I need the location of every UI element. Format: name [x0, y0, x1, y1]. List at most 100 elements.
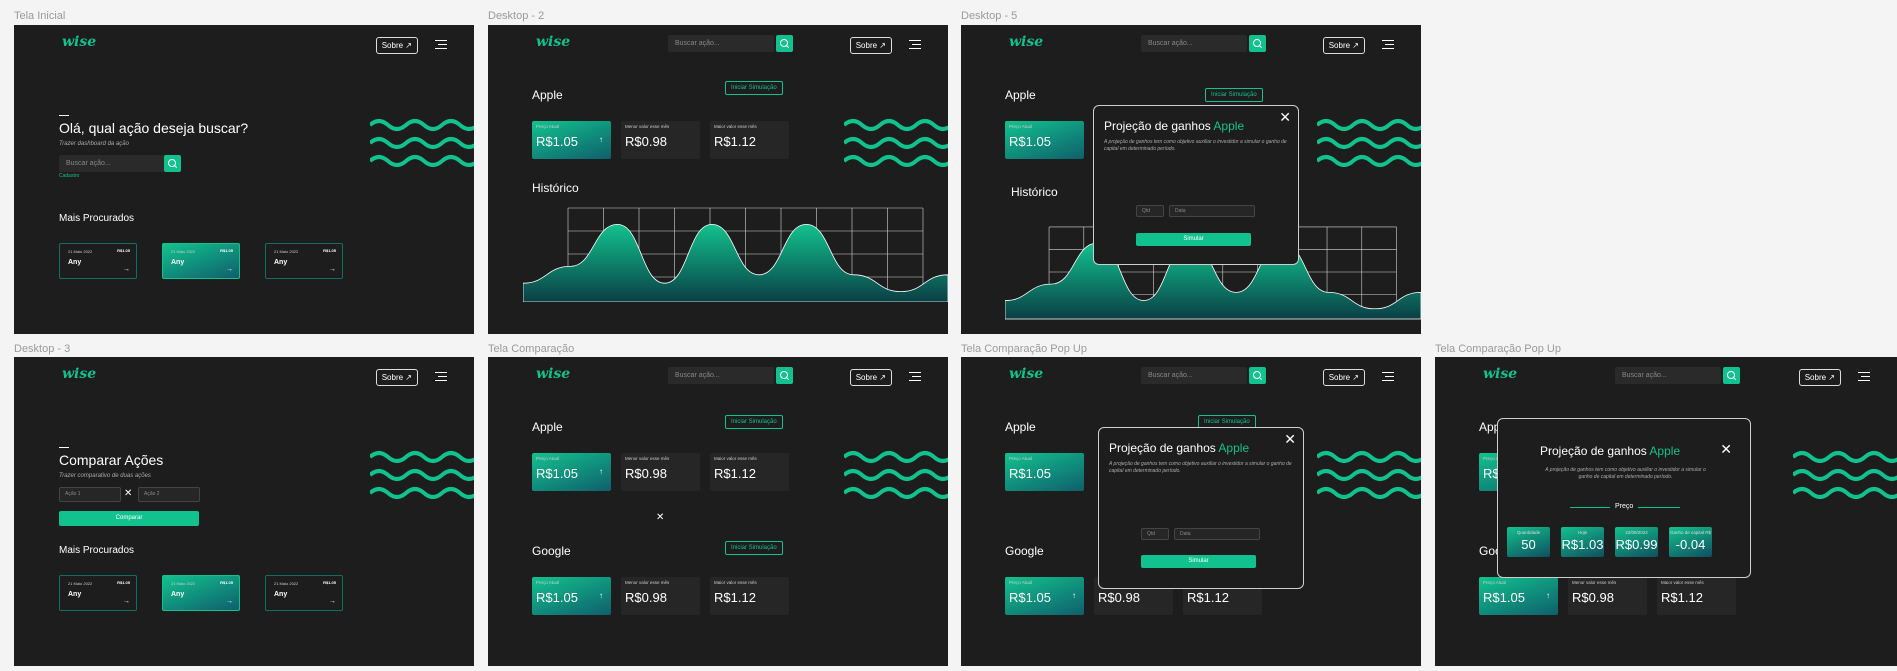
sobre-button[interactable]: Sobre ↗ — [849, 369, 892, 386]
search-icon[interactable] — [776, 35, 793, 52]
iniciar-simulacao-button[interactable]: Iniciar Simulação — [725, 541, 783, 555]
section-title: Mais Procurados — [59, 213, 135, 224]
box-value: R$0.98 — [1572, 590, 1614, 605]
close-icon[interactable]: ✕ — [1284, 431, 1296, 448]
arrow-up-icon: ↑ — [1072, 591, 1076, 600]
menu-icon[interactable] — [1858, 372, 1870, 384]
sobre-button[interactable]: Sobre ↗ — [375, 37, 418, 54]
result-title: Quantidade — [1516, 530, 1541, 535]
stock-name: Apple — [532, 420, 563, 434]
box-value: R$1.12 — [1661, 590, 1703, 605]
sobre-button[interactable]: Sobre ↗ — [1322, 369, 1365, 386]
box-title: Preço Atual — [1009, 124, 1033, 129]
box-title: Preço Atual — [1009, 456, 1033, 461]
comparar-button[interactable]: Comparar — [59, 511, 199, 526]
preco-label: Preço — [1610, 503, 1639, 510]
search-input[interactable]: Buscar ação... — [1141, 367, 1247, 384]
stock-card[interactable]: 21 Maio 2022 R$1.05 Any → — [265, 243, 343, 279]
cadastro-link[interactable]: Cadastro — [59, 173, 79, 179]
accent-line — [59, 115, 69, 116]
result-box: 22/08/2022 R$0.99 — [1615, 527, 1658, 557]
search-icon[interactable] — [776, 367, 793, 384]
arrow-right-icon: → — [123, 598, 130, 605]
simular-button[interactable]: Simular — [1136, 233, 1251, 246]
card-date: 21 Maio 2022 — [68, 581, 93, 586]
iniciar-simulacao-button[interactable]: Iniciar Simulação — [725, 415, 783, 429]
search-input[interactable]: Buscar ação... — [59, 155, 165, 172]
qtd-field[interactable]: Qtd — [1141, 528, 1169, 540]
iniciar-simulacao-button[interactable]: Iniciar Simulação — [725, 81, 783, 95]
stock-card[interactable]: 21 Maio 2022 R$1.05 Any → — [59, 575, 137, 611]
menu-icon[interactable] — [435, 372, 447, 384]
result-value: R$1.03 — [1561, 537, 1604, 552]
card-name: Any — [274, 591, 288, 598]
iniciar-simulacao-button[interactable]: Iniciar Simulação — [1205, 88, 1263, 102]
result-title: Hoje — [1577, 530, 1588, 535]
preco-atual-box: Preço Atual R$1.05 ↑ — [532, 577, 611, 615]
menu-icon[interactable] — [1382, 372, 1394, 384]
result-box: Quantidade 50 — [1507, 527, 1550, 557]
logo[interactable]: wise — [1009, 34, 1043, 50]
stock-card[interactable]: 21 Maio 2022 R$1.05 Any → — [265, 575, 343, 611]
result-title: 22/08/2022 — [1625, 530, 1648, 535]
stock-name: Google — [1005, 544, 1044, 558]
sobre-button[interactable]: Sobre ↗ — [849, 37, 892, 54]
box-value: R$1.05 — [536, 466, 578, 481]
card-price: R$1.05 — [117, 580, 130, 585]
close-icon[interactable]: ✕ — [1720, 441, 1732, 458]
projecao-modal: Projeção de ganhos Apple A projeção de g… — [1497, 418, 1751, 578]
menu-icon[interactable] — [435, 40, 447, 52]
search-input[interactable]: Buscar ação... — [668, 35, 774, 52]
box-value: R$1.12 — [1187, 590, 1229, 605]
menu-icon[interactable] — [1382, 40, 1394, 52]
logo[interactable]: wise — [536, 34, 570, 50]
search-icon[interactable] — [1249, 35, 1266, 52]
waves-svg — [1791, 451, 1897, 499]
data-field[interactable]: Data — [1174, 528, 1260, 540]
waves-decoration — [368, 449, 474, 499]
menu-icon[interactable] — [909, 40, 921, 52]
stock-card[interactable]: 21 Maio 2022 R$1.05 Any → — [162, 575, 240, 611]
stock-card[interactable]: 21 Maio 2022 R$1.05 Any → — [162, 243, 240, 279]
logo[interactable]: wise — [62, 34, 96, 50]
chart-area-series — [523, 223, 948, 302]
logo[interactable]: wise — [536, 366, 570, 382]
waves-svg — [368, 119, 474, 167]
search-input[interactable]: Buscar ação... — [668, 367, 774, 384]
result-value: -0.04 — [1675, 537, 1706, 552]
search-input[interactable]: Buscar ação... — [1615, 367, 1721, 384]
sobre-button[interactable]: Sobre ↗ — [375, 369, 418, 386]
menor-valor-box: Menor valor esse mês R$0.98 — [621, 453, 700, 491]
accent-line — [59, 447, 69, 448]
preco-atual-box: Preço Atual R$1.05 ↑ — [532, 121, 611, 159]
search-icon[interactable] — [164, 155, 181, 172]
projecao-modal: Projeção de ganhos Apple A projeção de g… — [1098, 427, 1304, 589]
box-value: R$1.12 — [714, 134, 756, 149]
box-title: Maior valor esse mês — [1661, 580, 1704, 585]
acao-2-field[interactable]: Ação 2 — [138, 487, 200, 502]
stock-card[interactable]: 21 Maio 2022 R$1.05 Any → — [59, 243, 137, 279]
data-field[interactable]: Data — [1169, 205, 1255, 217]
maior-valor-box: Maior valor esse mês R$1.12 — [710, 453, 789, 491]
box-title: Preço Atual — [536, 456, 560, 461]
modal-title: Projeção de ganhos Apple — [1540, 444, 1680, 458]
logo[interactable]: wise — [1483, 366, 1517, 382]
search-icon[interactable] — [1723, 367, 1740, 384]
search-input[interactable]: Buscar ação... — [1141, 35, 1247, 52]
menu-icon[interactable] — [909, 372, 921, 384]
logo[interactable]: wise — [62, 366, 96, 382]
frame-comparacao-popup-result: wise Buscar ação... Sobre ↗ Apple Preço … — [1435, 357, 1897, 666]
menor-valor-box: Menor valor esse mês R$0.98 — [621, 577, 700, 615]
sobre-button[interactable]: Sobre ↗ — [1798, 369, 1841, 386]
close-icon[interactable]: ✕ — [1279, 109, 1291, 126]
modal-brand: Apple — [1218, 441, 1250, 455]
page-title: Olá, qual ação deseja buscar? — [59, 120, 249, 136]
menor-valor-box: Menor valor esse mês R$0.98 — [621, 121, 700, 159]
box-value: R$0.98 — [625, 590, 667, 605]
sobre-button[interactable]: Sobre ↗ — [1322, 37, 1365, 54]
logo[interactable]: wise — [1009, 366, 1043, 382]
search-icon[interactable] — [1249, 367, 1266, 384]
simular-button[interactable]: Simular — [1141, 555, 1256, 568]
qtd-field[interactable]: Qtd — [1136, 205, 1164, 217]
acao-1-field[interactable]: Ação 1 — [59, 487, 121, 502]
